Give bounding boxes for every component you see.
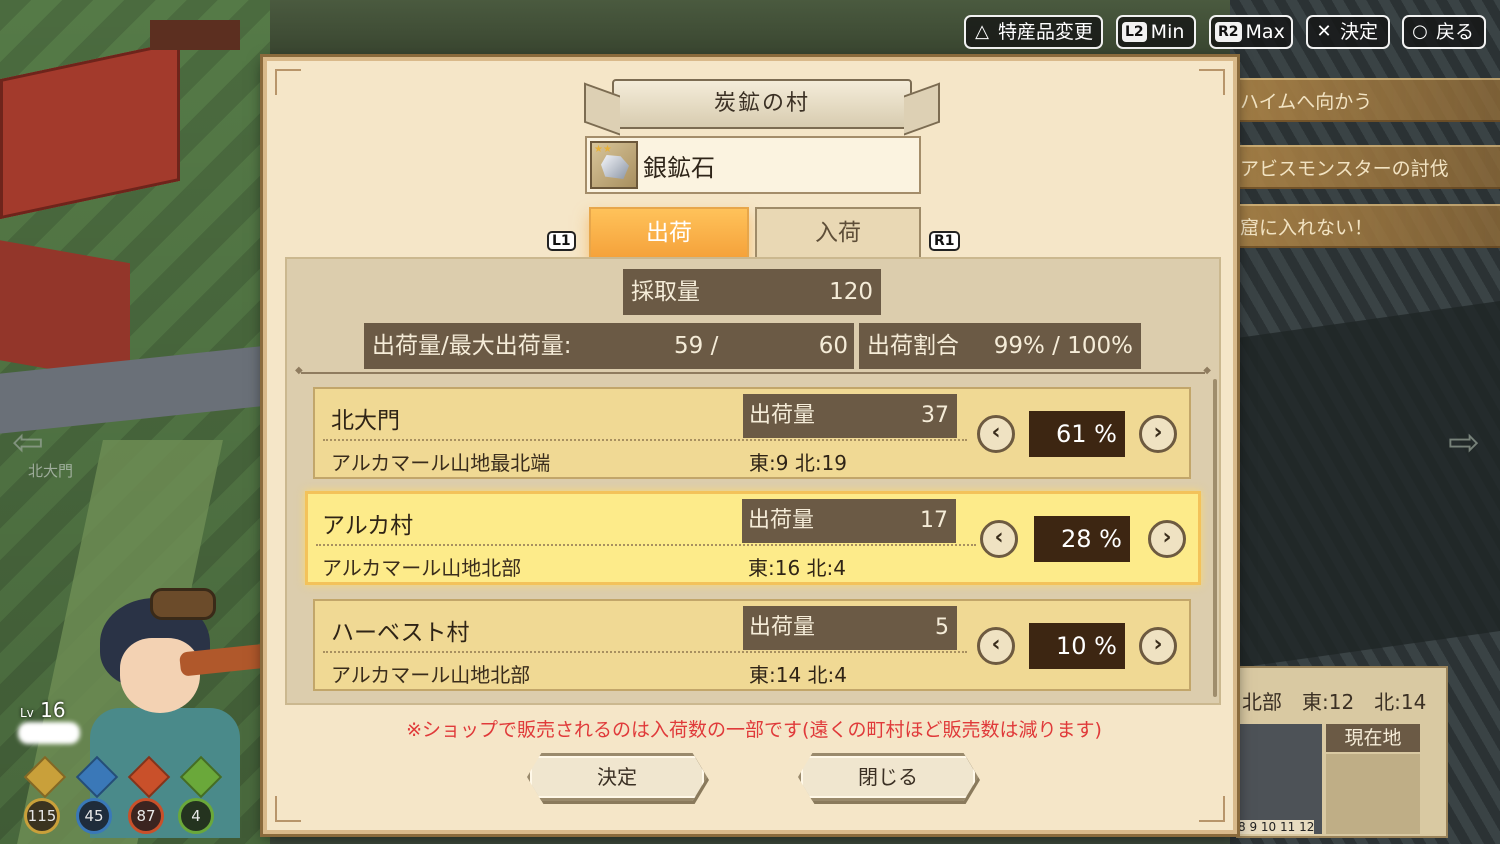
minimap-location: 北部 東:12 北:14 — [1242, 690, 1427, 714]
min-button[interactable]: L2 Min — [1116, 15, 1196, 49]
change-specialty-button[interactable]: △ 特産品変更 — [964, 15, 1103, 49]
increase-percent-button[interactable]: › — [1139, 415, 1177, 453]
village-title-banner: 炭鉱の村 — [612, 79, 912, 129]
destination-name: アルカ村 — [322, 513, 414, 539]
destination-row[interactable]: ハーベスト村 アルカマール山地北部 出荷量 5 東:14 北:4 ‹ 10 % › — [313, 599, 1191, 691]
left-arrow-icon: ⇦ — [12, 420, 44, 464]
cross-button-icon: ✕ — [1316, 21, 1332, 42]
destination-region: アルカマール山地北部 — [331, 663, 531, 687]
player-level: Lv 16 — [20, 698, 66, 722]
shop-sales-note: ※ショップで販売されるのは入荷数の一部です(遠くの町村ほど販売数は減ります) — [406, 719, 1102, 741]
destination-quantity-bar: 出荷量 17 — [742, 499, 956, 543]
change-specialty-label: 特産品変更 — [998, 21, 1094, 43]
quest-entry: ハイムへ向かう — [1232, 78, 1500, 122]
ship-amount-max: 60 — [818, 333, 848, 359]
ship-ratio-label: 出荷割合 — [867, 333, 959, 359]
item-name: 銀鉱石 — [643, 153, 715, 182]
ship-ratio-bar: 出荷割合 99% / 100% — [859, 323, 1141, 369]
r2-button-icon: R2 — [1215, 22, 1242, 42]
destination-percent: 28 % — [1034, 516, 1130, 562]
destination-quantity-bar: 出荷量 37 — [743, 394, 957, 438]
minimap: 北部 東:12 北:14 8 9 10 11 12 現在地 — [1236, 666, 1448, 838]
harvest-label: 採取量 — [631, 279, 700, 305]
decrease-percent-button[interactable]: ‹ — [977, 415, 1015, 453]
r1-button-icon: R1 — [929, 231, 960, 251]
max-label: Max — [1245, 21, 1285, 43]
close-button[interactable]: 閉じる — [798, 753, 978, 801]
l2-button-icon: L2 — [1122, 22, 1147, 42]
resource-count: 4 — [178, 798, 214, 834]
destination-quantity: 17 — [920, 508, 948, 533]
minimap-chart — [1240, 724, 1322, 834]
silver-ore-icon: ★★ — [590, 141, 638, 189]
increase-percent-button[interactable]: › — [1139, 627, 1177, 665]
minimap-numbers: 8 9 10 11 12 — [1238, 820, 1315, 834]
destination-name: 北大門 — [331, 408, 400, 434]
tab-receive[interactable]: 入荷 — [755, 207, 921, 259]
ship-amount-bar: 出荷量/最大出荷量: 59 / 60 — [364, 323, 854, 369]
resource-count: 115 — [24, 798, 60, 834]
increase-percent-button[interactable]: › — [1148, 520, 1186, 558]
tab-ship[interactable]: 出荷 — [589, 207, 749, 259]
min-label: Min — [1150, 21, 1185, 43]
destination-region: アルカマール山地最北端 — [331, 451, 551, 475]
circle-button-icon: ○ — [1412, 21, 1428, 42]
destination-region: アルカマール山地北部 — [322, 556, 522, 580]
destination-percent: 61 % — [1029, 411, 1125, 457]
decrease-percent-button[interactable]: ‹ — [977, 627, 1015, 665]
ship-ratio-value: 99% / 100% — [993, 333, 1133, 359]
destination-coords: 東:9 北:19 — [749, 451, 848, 475]
right-arrow-icon: ⇨ — [1448, 420, 1480, 464]
destination-quantity: 5 — [935, 615, 949, 640]
harvest-value: 120 — [829, 279, 873, 305]
destination-name: ハーベスト村 — [331, 620, 470, 646]
region-map — [1326, 754, 1420, 834]
ship-amount-current: 59 / — [674, 333, 719, 359]
destination-row-selected[interactable]: アルカ村 アルカマール山地北部 出荷量 17 東:16 北:4 ‹ 28 % › — [305, 491, 1201, 585]
confirm-button[interactable]: 決定 — [527, 753, 707, 801]
current-location-label: 現在地 — [1326, 724, 1420, 752]
resource-count: 87 — [128, 798, 164, 834]
confirm-hint-label: 決定 — [1340, 21, 1379, 43]
specialty-item-box[interactable]: ★★ 銀鉱石 — [585, 136, 921, 194]
l1-button-icon: L1 — [547, 231, 576, 251]
quest-entry: 窟に入れない！ — [1232, 204, 1500, 248]
destination-quantity: 37 — [921, 403, 949, 428]
confirm-hint-button[interactable]: ✕ 決定 — [1306, 15, 1390, 49]
nav-destination-label: 北大門 — [28, 462, 74, 480]
destination-coords: 東:14 北:4 — [749, 663, 848, 687]
divider — [295, 365, 1211, 376]
shipment-dialog: 炭鉱の村 ★★ 銀鉱石 L1 出荷 入荷 R1 採取量 120 出荷量/最大出荷… — [263, 57, 1237, 834]
resource-count: 45 — [76, 798, 112, 834]
harvest-amount-bar: 採取量 120 — [623, 269, 881, 315]
ship-amount-label: 出荷量/最大出荷量: — [372, 333, 572, 359]
destination-coords: 東:16 北:4 — [748, 556, 847, 580]
destination-row[interactable]: 北大門 アルカマール山地最北端 出荷量 37 東:9 北:19 ‹ 61 % › — [313, 387, 1191, 479]
max-button[interactable]: R2 Max — [1209, 15, 1293, 49]
back-button[interactable]: ○ 戻る — [1402, 15, 1486, 49]
player-name-redacted — [18, 722, 80, 744]
triangle-button-icon: △ — [975, 21, 989, 42]
destination-percent: 10 % — [1029, 623, 1125, 669]
list-scrollbar[interactable] — [1213, 379, 1217, 697]
decrease-percent-button[interactable]: ‹ — [980, 520, 1018, 558]
quest-entry: アビスモンスターの討伐 — [1232, 145, 1500, 189]
back-label: 戻る — [1436, 21, 1475, 43]
destination-quantity-bar: 出荷量 5 — [743, 606, 957, 650]
shipment-panel: 採取量 120 出荷量/最大出荷量: 59 / 60 出荷割合 99% / 10… — [285, 257, 1221, 705]
